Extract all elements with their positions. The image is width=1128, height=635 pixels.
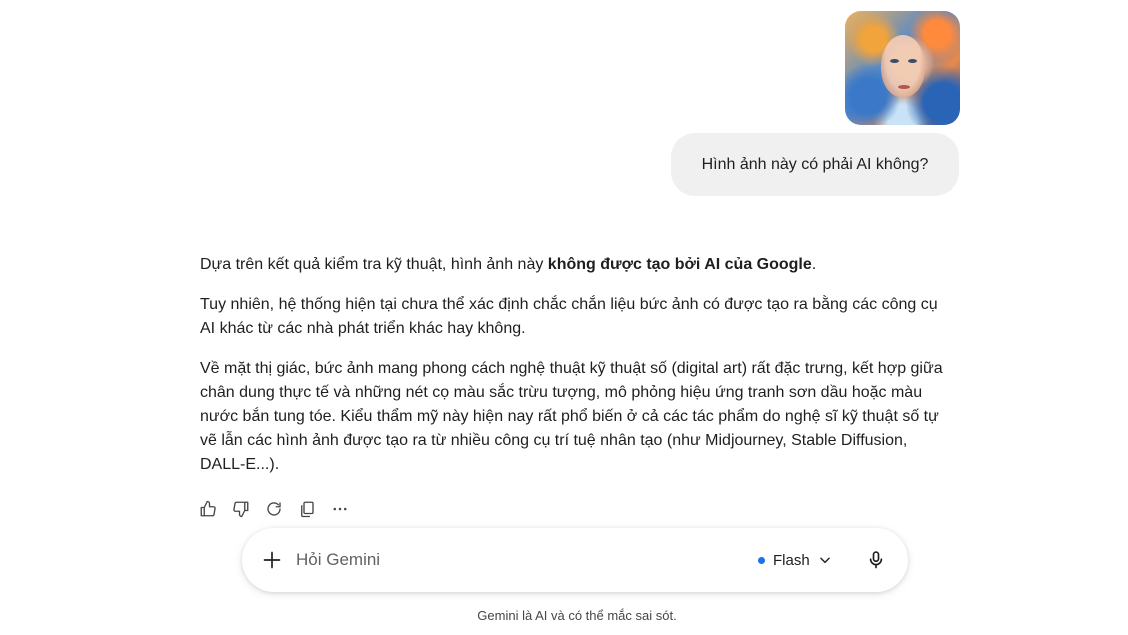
regenerate-button[interactable] [262,497,286,521]
user-message-bubble: Hình ảnh này có phải AI không? [671,133,959,196]
user-message-text: Hình ảnh này có phải AI không? [701,155,929,173]
portrait-eye-left [890,59,899,63]
model-label: Flash [773,551,810,569]
response-p1-bold: không được tạo bởi AI của Google [547,256,812,273]
more-icon [333,507,347,511]
model-selector[interactable]: Flash [758,548,832,572]
user-uploaded-image[interactable] [845,11,960,125]
thumbs-up-icon [200,500,216,517]
response-paragraph-3: Về mặt thị giác, bức ảnh mang phong cách… [200,360,943,473]
thumbs-down-button[interactable] [229,497,253,521]
microphone-icon [869,551,883,569]
response-actions [196,497,352,521]
thumbs-down-icon [233,501,249,518]
prompt-input[interactable] [296,548,676,572]
model-response: Dựa trên kết quả kiểm tra kỹ thuật, hình… [200,253,950,493]
portrait-lips [898,85,910,89]
plus-icon [263,551,281,569]
response-p1-suffix: . [811,256,817,273]
add-attachment-button[interactable] [260,548,284,572]
footer-disclaimer: Gemini là AI và có thể mắc sai sót. [477,608,677,623]
chevron-down-icon [819,557,830,564]
response-paragraph-2: Tuy nhiên, hệ thống hiện tại chưa thể xá… [200,296,938,337]
regenerate-icon [267,502,281,516]
copy-button[interactable] [295,497,319,521]
response-paragraph-1: Dựa trên kết quả kiểm tra kỹ thuật, hình… [200,253,950,277]
chat-page: Hình ảnh này có phải AI không? Dựa trên … [0,0,1128,635]
thumbs-up-button[interactable] [196,497,220,521]
copy-icon [301,501,314,518]
prompt-bar: Flash [242,528,908,592]
model-status-dot [758,556,765,564]
more-options-button[interactable] [328,497,352,521]
portrait-eye-right [908,59,917,63]
response-p1-prefix: Dựa trên kết quả kiểm tra kỹ thuật, hình… [200,256,548,273]
microphone-button[interactable] [864,548,888,572]
